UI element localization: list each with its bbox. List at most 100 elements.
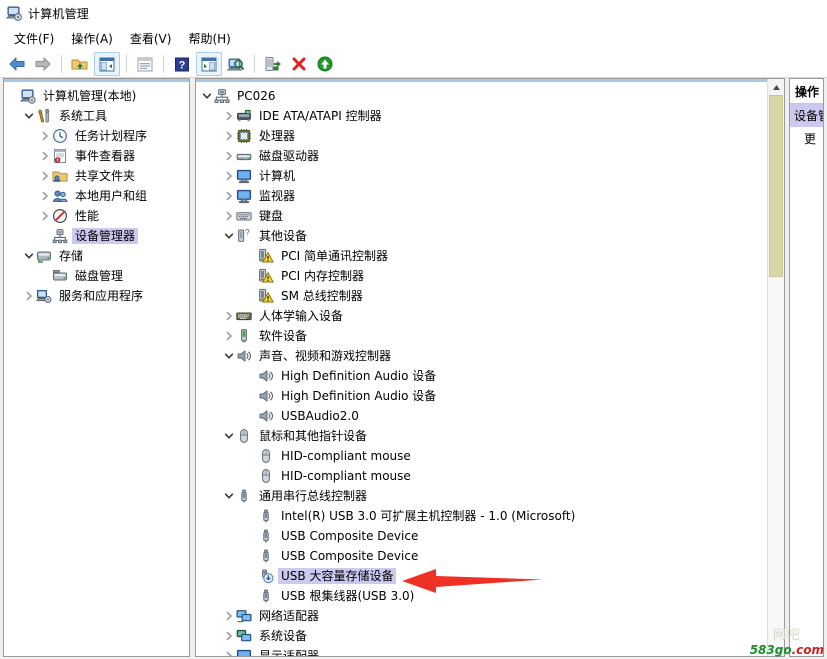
tree-item-device-manager-label: 设备管理器 xyxy=(72,228,139,244)
device-tree-vertical-scrollbar[interactable] xyxy=(767,79,784,656)
device-node-hid-mouse-1-label: HID-compliant mouse xyxy=(281,449,411,463)
forward-icon[interactable] xyxy=(31,53,55,75)
device-node-hd-audio-1[interactable]: High Definition Audio 设备 xyxy=(196,366,767,386)
chevron-right-icon[interactable] xyxy=(38,189,52,203)
show-hide-tree-icon[interactable] xyxy=(94,52,120,76)
chevron-down-icon[interactable] xyxy=(222,349,236,363)
menu-view[interactable]: 查看(V) xyxy=(124,27,183,50)
chevron-right-icon[interactable] xyxy=(222,649,236,656)
device-node-system-devices-label: 系统设备 xyxy=(259,629,308,643)
properties-icon[interactable] xyxy=(133,53,157,75)
device-node-display-adapters[interactable]: 显示适配器 xyxy=(196,646,767,656)
device-node-keyboards[interactable]: 键盘 xyxy=(196,206,767,226)
tree-item-system-tools[interactable]: 系统工具 xyxy=(4,106,189,126)
device-node-software-devices-label: 软件设备 xyxy=(259,329,308,343)
chevron-right-icon[interactable] xyxy=(222,169,236,183)
back-icon[interactable] xyxy=(5,53,29,75)
device-node-usb-composite-1[interactable]: USB Composite Device xyxy=(196,526,767,546)
uninstall-device-icon[interactable] xyxy=(287,53,311,75)
device-node-processors[interactable]: 处理器 xyxy=(196,126,767,146)
separator-2 xyxy=(126,55,127,73)
processor-icon xyxy=(236,128,252,144)
device-node-pci-simple-comm[interactable]: PCI 简单通讯控制器 xyxy=(196,246,767,266)
console-tree[interactable]: 计算机管理(本地) 系统工具 任务计划程序 事件查看器 共享文件夹 本地用户和组 性能设备管… xyxy=(4,82,189,306)
device-node-ide-ata-atapi[interactable]: IDE ATA/ATAPI 控制器 xyxy=(196,106,767,126)
actions-pane-selected-item[interactable]: 设备管 xyxy=(790,104,823,127)
chevron-right-icon[interactable] xyxy=(222,609,236,623)
chevron-down-icon[interactable] xyxy=(222,229,236,243)
chevron-down-icon[interactable] xyxy=(222,489,236,503)
actions-pane-sub-item[interactable]: 更 xyxy=(790,127,823,150)
device-node-usb-composite-2[interactable]: USB Composite Device xyxy=(196,546,767,566)
chevron-right-icon[interactable] xyxy=(222,109,236,123)
device-node-mice[interactable]: 鼠标和其他指针设备 xyxy=(196,426,767,446)
chevron-right-icon[interactable] xyxy=(222,309,236,323)
enable-device-icon[interactable] xyxy=(313,53,337,75)
device-node-other-devices[interactable]: ? 其他设备 xyxy=(196,226,767,246)
device-node-hid-mouse-2-label: HID-compliant mouse xyxy=(281,469,411,483)
scrollbar-thumb[interactable] xyxy=(769,95,783,277)
chevron-right-icon[interactable] xyxy=(38,149,52,163)
computer-management-icon xyxy=(19,88,36,104)
chevron-down-icon[interactable] xyxy=(222,429,236,443)
menu-action[interactable]: 操作(A) xyxy=(65,27,124,50)
chevron-right-icon[interactable] xyxy=(38,169,52,183)
chevron-right-icon[interactable] xyxy=(38,209,52,223)
tree-item-device-manager[interactable]: 设备管理器 xyxy=(4,226,189,246)
chevron-right-icon[interactable] xyxy=(222,329,236,343)
device-node-pc026[interactable]: PC026 xyxy=(196,86,767,106)
tree-item-event-viewer[interactable]: 事件查看器 xyxy=(4,146,189,166)
toolbar: ? xyxy=(0,51,827,78)
device-node-hd-audio-2[interactable]: High Definition Audio 设备 xyxy=(196,386,767,406)
tree-item-task-scheduler[interactable]: 任务计划程序 xyxy=(4,126,189,146)
chevron-right-icon[interactable] xyxy=(38,129,52,143)
device-node-hid-mouse-2[interactable]: HID-compliant mouse xyxy=(196,466,767,486)
chevron-right-icon[interactable] xyxy=(222,209,236,223)
scrollbar-track[interactable] xyxy=(768,95,784,656)
tree-item-local-users-and-groups[interactable]: 本地用户和组 xyxy=(4,186,189,206)
tree-item-shared-folders[interactable]: 共享文件夹 xyxy=(4,166,189,186)
device-node-disk-drives[interactable]: 磁盘驱动器 xyxy=(196,146,767,166)
tree-item-storage[interactable]: 存储 xyxy=(4,246,189,266)
chevron-down-icon[interactable] xyxy=(22,109,36,123)
scroll-up-icon[interactable] xyxy=(768,79,784,95)
device-node-hid-mouse-1[interactable]: HID-compliant mouse xyxy=(196,446,767,466)
device-node-intel-usb30-host[interactable]: Intel(R) USB 3.0 可扩展主机控制器 - 1.0 (Microso… xyxy=(196,506,767,526)
device-node-usb-controllers[interactable]: 通用串行总线控制器 xyxy=(196,486,767,506)
device-node-usb-root-hub[interactable]: USB 根集线器(USB 3.0) xyxy=(196,586,767,606)
device-node-pci-memory[interactable]: PCI 内存控制器 xyxy=(196,266,767,286)
chevron-down-icon[interactable] xyxy=(22,249,36,263)
chevron-right-icon[interactable] xyxy=(22,289,36,303)
warning-device-icon xyxy=(258,248,274,264)
device-node-software-devices[interactable]: 软件设备 xyxy=(196,326,767,346)
tree-item-services-and-applications[interactable]: 服务和应用程序 xyxy=(4,286,189,306)
device-node-usb-mass-storage[interactable]: USB 大容量存储设备 xyxy=(196,566,767,586)
chevron-right-icon[interactable] xyxy=(222,129,236,143)
device-node-usbaudio20[interactable]: USBAudio2.0 xyxy=(196,406,767,426)
chevron-right-icon[interactable] xyxy=(222,149,236,163)
device-node-computer[interactable]: 计算机 xyxy=(196,166,767,186)
menu-file[interactable]: 文件(F) xyxy=(8,27,65,50)
tree-item-performance[interactable]: 性能 xyxy=(4,206,189,226)
device-node-network-adapters[interactable]: 网络适配器 xyxy=(196,606,767,626)
task-scheduler-icon xyxy=(52,128,68,144)
show-action-pane-icon[interactable] xyxy=(196,52,222,76)
update-driver-icon[interactable] xyxy=(261,53,285,75)
up-folder-icon[interactable] xyxy=(68,53,92,75)
chevron-right-icon[interactable] xyxy=(222,629,236,643)
chevron-down-icon[interactable] xyxy=(200,89,214,103)
device-node-system-devices[interactable]: 系统设备 xyxy=(196,626,767,646)
menu-help[interactable]: 帮助(H) xyxy=(182,27,241,50)
device-node-sm-bus[interactable]: SM 总线控制器 xyxy=(196,286,767,306)
device-node-hid[interactable]: 人体学输入设备 xyxy=(196,306,767,326)
chevron-right-icon[interactable] xyxy=(222,189,236,203)
device-tree[interactable]: PC026 IDE ATA/ATAPI 控制器 处理器 磁盘驱动器 计算机 监视器 键盘? 其… xyxy=(196,82,767,656)
device-node-sound-video-game[interactable]: 声音、视频和游戏控制器 xyxy=(196,346,767,366)
device-node-monitors[interactable]: 监视器 xyxy=(196,186,767,206)
device-node-mice-label: 鼠标和其他指针设备 xyxy=(259,429,368,443)
scan-hardware-icon[interactable] xyxy=(224,53,248,75)
mouse-icon xyxy=(236,428,252,444)
help-icon[interactable]: ? xyxy=(170,53,194,75)
tree-item-disk-management[interactable]: 磁盘管理 xyxy=(4,266,189,286)
tree-item-computer-management-local[interactable]: 计算机管理(本地) xyxy=(4,86,189,106)
